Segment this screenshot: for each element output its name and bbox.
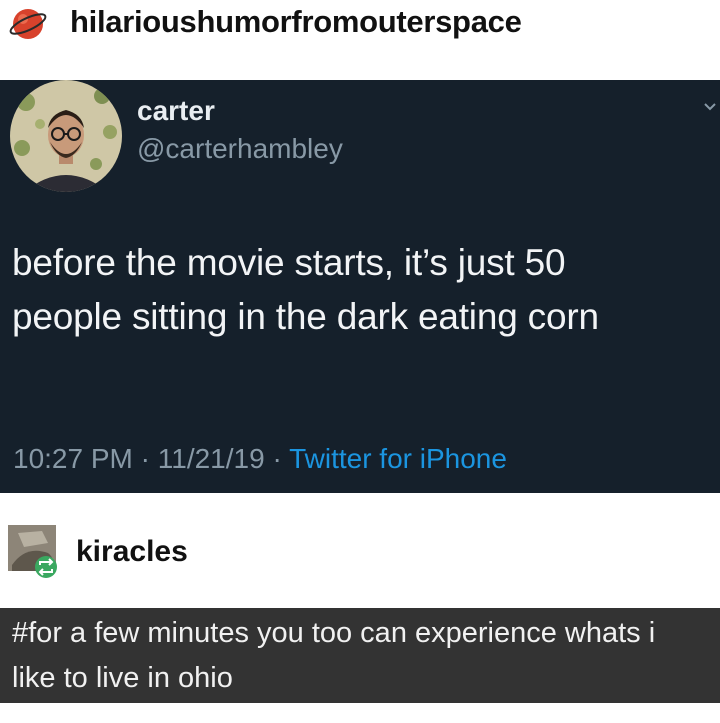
tweet-meta: 10:27 PM · 11/21/19 · Twitter for iPhone	[13, 443, 507, 475]
cat-avatar	[8, 525, 57, 578]
tweet-text: before the movie starts, it’s just 50 pe…	[12, 236, 720, 344]
tweet-avatar[interactable]	[10, 80, 122, 192]
tweet-text-line: before the movie starts, it’s just 50	[12, 242, 566, 283]
reblogger-avatar[interactable]	[8, 525, 62, 579]
planet-icon	[9, 9, 47, 39]
tweet-display-name[interactable]: carter	[137, 95, 215, 127]
tweet-time[interactable]: 10:27 PM	[13, 443, 133, 474]
blog-username[interactable]: hilarioushumorfromouterspace	[70, 4, 522, 40]
chevron-down-icon[interactable]	[703, 100, 717, 114]
comment-line: like to live in ohio	[12, 662, 233, 694]
profile-photo	[10, 80, 122, 192]
reblogger-username[interactable]: kiracles	[76, 535, 188, 569]
tweet-date[interactable]: 11/21/19	[158, 443, 265, 474]
tweet-source-link[interactable]: Twitter for iPhone	[289, 443, 507, 474]
meta-separator: ·	[272, 443, 282, 474]
comment-line: #for a few minutes you too can experienc…	[12, 617, 656, 649]
tweet-handle[interactable]: @carterhambley	[137, 133, 343, 165]
post-header: hilarioushumorfromouterspace	[0, 0, 720, 78]
tweet-text-line: people sitting in the dark eating corn	[12, 296, 599, 337]
meta-separator: ·	[140, 443, 150, 474]
reblog-comment: #for a few minutes you too can experienc…	[0, 608, 720, 703]
blog-avatar[interactable]	[8, 4, 48, 44]
